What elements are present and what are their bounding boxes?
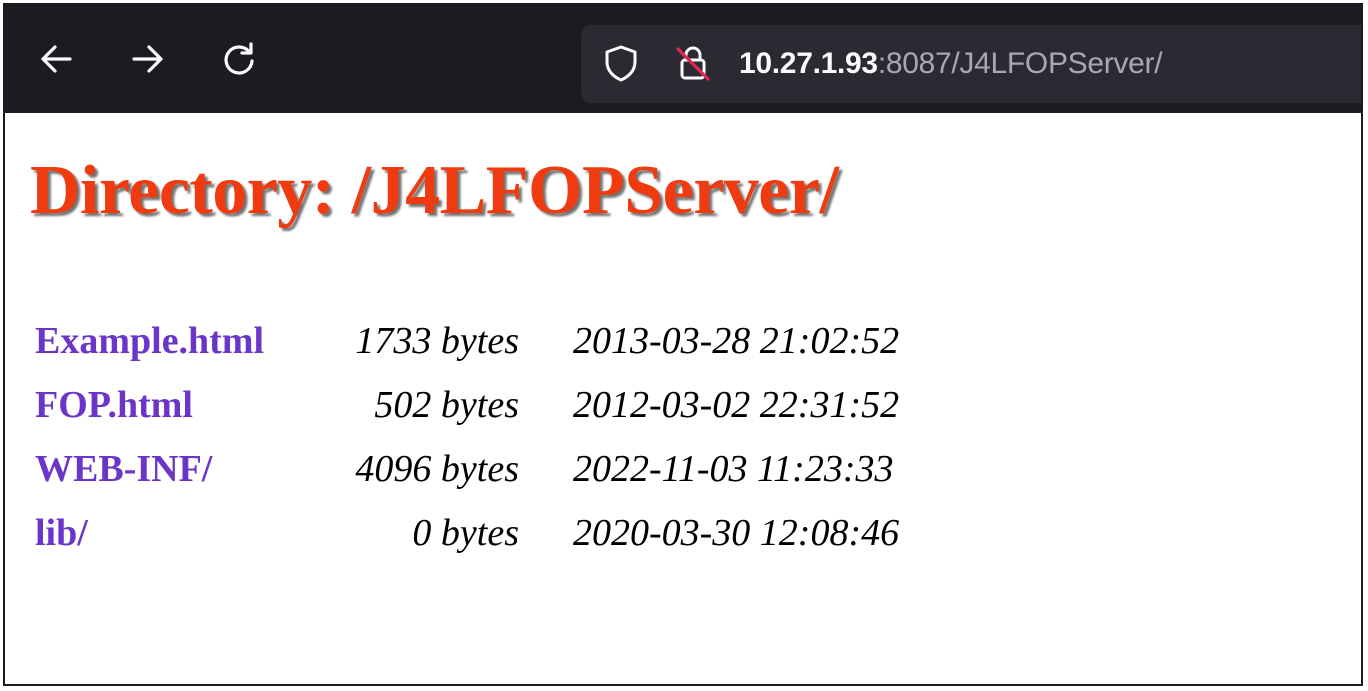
- file-size: 0 bytes: [412, 512, 519, 554]
- url-path: :8087/J4LFOPServer/: [877, 47, 1163, 80]
- forward-arrow-icon: [128, 39, 168, 79]
- file-size: 4096 bytes: [355, 448, 519, 490]
- file-modified: 2012-03-02 22:31:52: [573, 384, 900, 426]
- directory-listing: Example.html 1733 bytes 2013-03-28 21:02…: [27, 309, 899, 565]
- table-row: lib/ 0 bytes 2020-03-30 12:08:46: [27, 501, 899, 565]
- file-link[interactable]: Example.html: [35, 320, 264, 362]
- shield-icon: [601, 43, 641, 88]
- file-modified: 2020-03-30 12:08:46: [573, 512, 900, 554]
- back-arrow-icon: [36, 39, 76, 79]
- address-bar[interactable]: 10.27.1.93:8087/J4LFOPServer/: [581, 25, 1361, 103]
- url-host: 10.27.1.93: [739, 47, 878, 80]
- reload-button[interactable]: [217, 37, 261, 81]
- file-modified: 2013-03-28 21:02:52: [573, 320, 900, 362]
- tracking-protection-button[interactable]: [601, 45, 641, 85]
- file-modified: 2022-11-03 11:23:33: [573, 448, 894, 490]
- back-button[interactable]: [34, 37, 78, 81]
- folder-link[interactable]: lib/: [35, 512, 88, 554]
- insecure-lock-icon: [673, 43, 713, 88]
- url-text[interactable]: 10.27.1.93:8087/J4LFOPServer/: [739, 46, 1163, 82]
- folder-link[interactable]: WEB-INF/: [35, 448, 212, 490]
- page-content: Directory: /J4LFOPServer/ Example.html 1…: [5, 113, 1361, 684]
- table-row: Example.html 1733 bytes 2013-03-28 21:02…: [27, 309, 899, 373]
- browser-window: 10.27.1.93:8087/J4LFOPServer/ Directory:…: [3, 3, 1363, 686]
- forward-button[interactable]: [126, 37, 170, 81]
- reload-icon: [219, 39, 259, 79]
- file-size: 502 bytes: [374, 384, 519, 426]
- page-title: Directory: /J4LFOPServer/: [30, 152, 839, 229]
- browser-toolbar: 10.27.1.93:8087/J4LFOPServer/: [5, 5, 1361, 113]
- table-row: WEB-INF/ 4096 bytes 2022-11-03 11:23:33: [27, 437, 899, 501]
- file-link[interactable]: FOP.html: [35, 384, 193, 426]
- table-row: FOP.html 502 bytes 2012-03-02 22:31:52: [27, 373, 899, 437]
- file-size: 1733 bytes: [355, 320, 519, 362]
- site-security-button[interactable]: [673, 45, 713, 85]
